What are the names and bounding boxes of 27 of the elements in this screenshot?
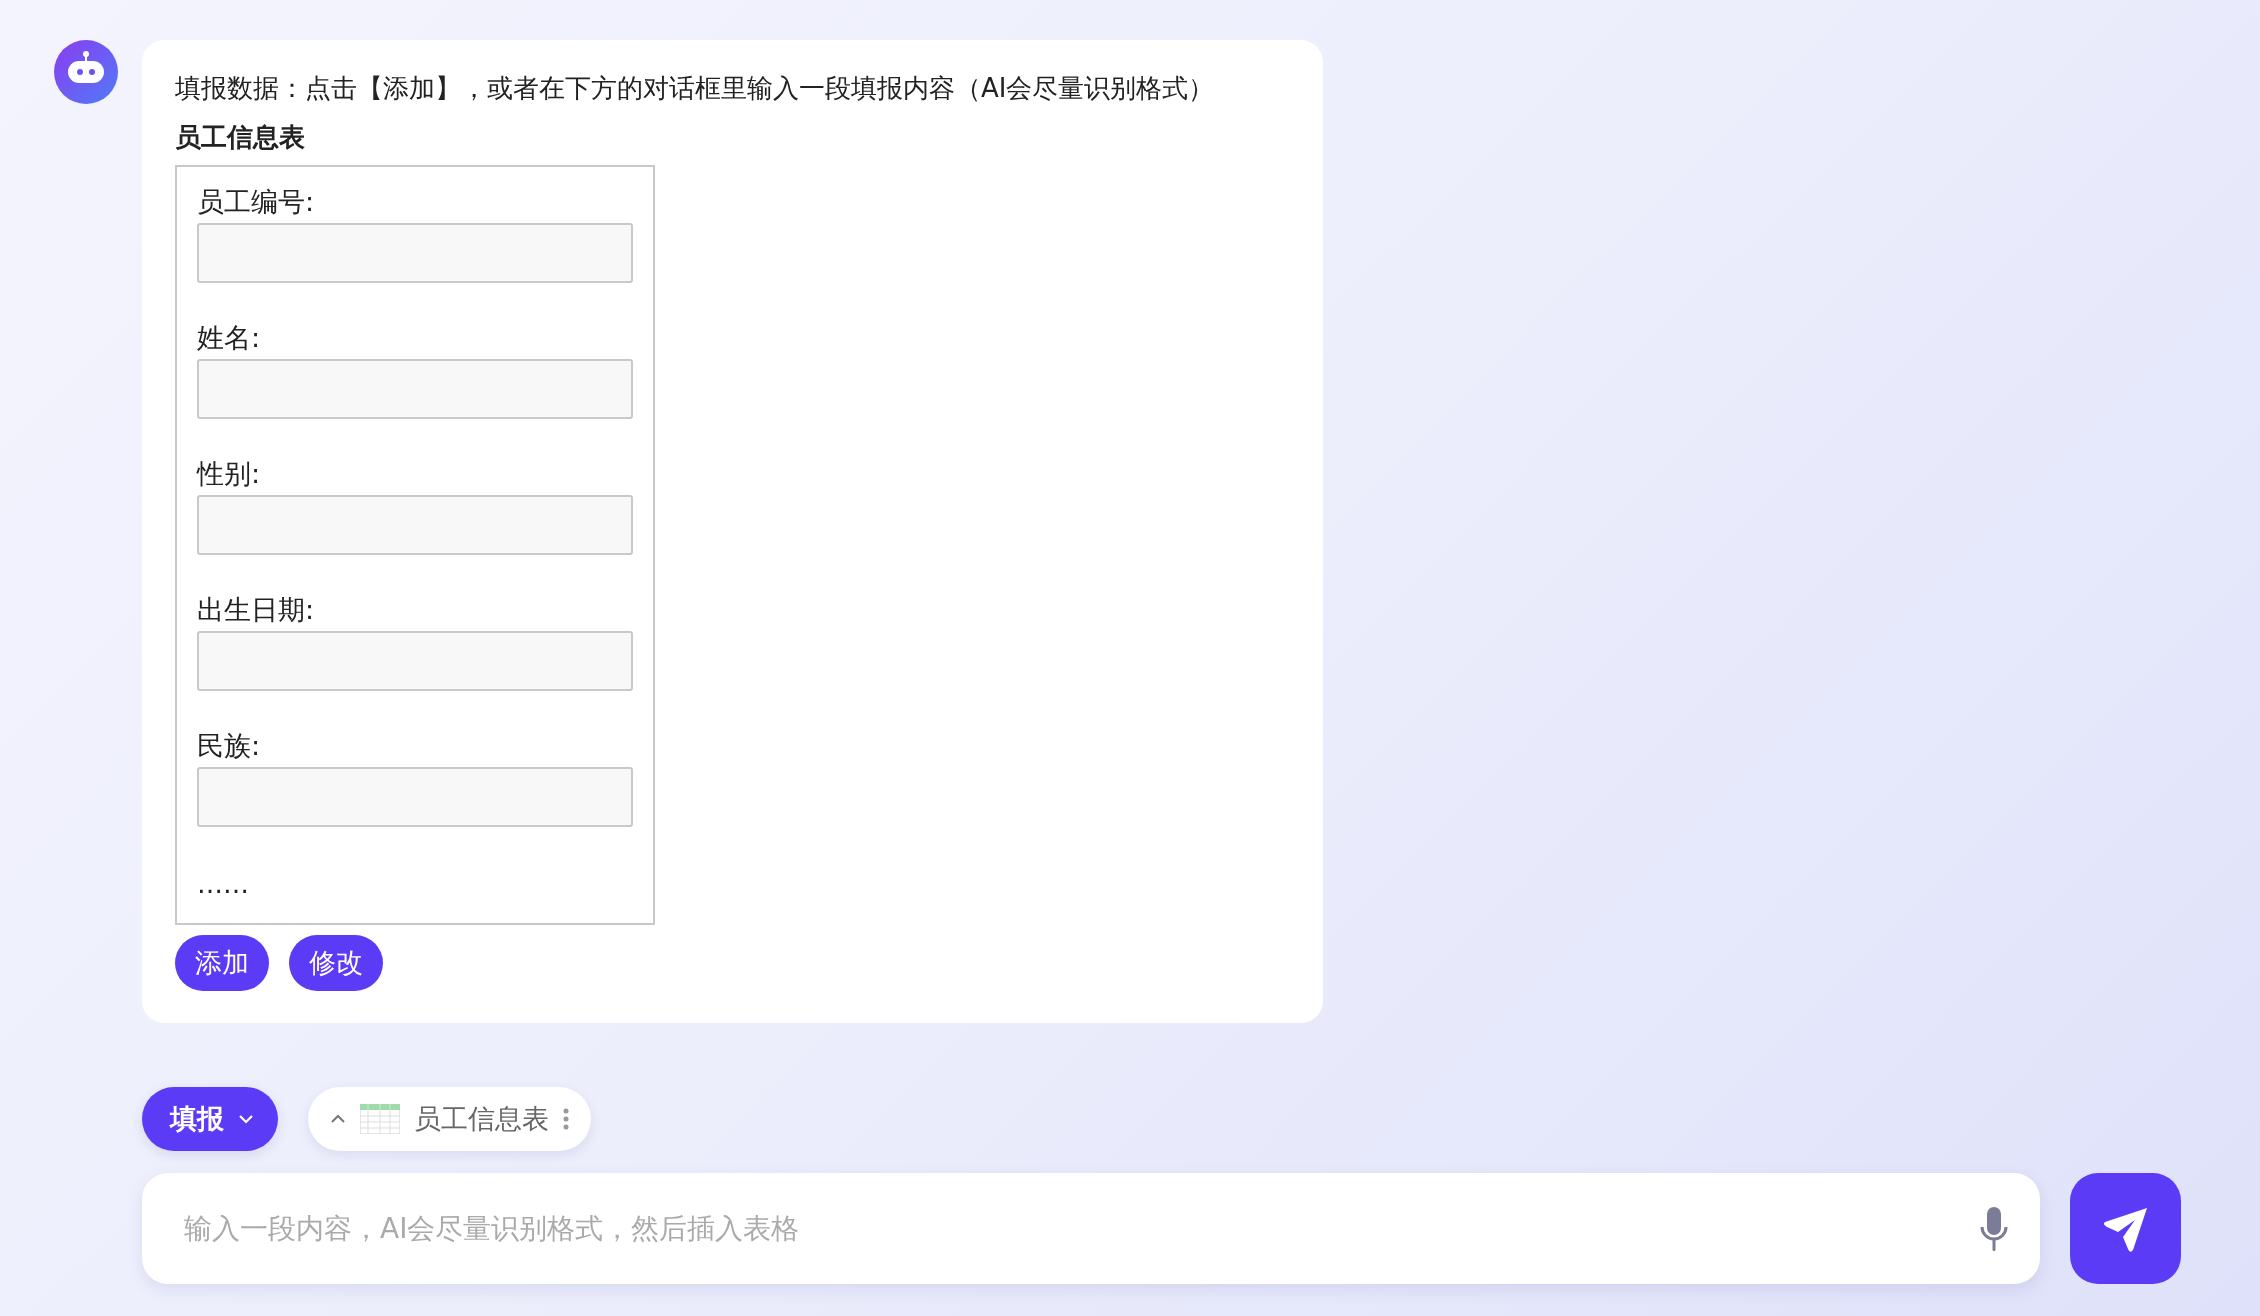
form-title: 员工信息表 [175,121,305,154]
input-field[interactable] [197,223,633,283]
table-name: 员工信息表 [414,1102,549,1136]
send-button[interactable] [2070,1173,2181,1284]
ellipsis-text: …… [197,869,250,899]
action-button[interactable]: 修改 [289,935,383,991]
input-field[interactable] [197,767,633,827]
message-input-box[interactable]: 输入一段内容，AI会尽量识别格式，然后插入表格 [142,1173,2040,1284]
input-field[interactable] [197,495,633,555]
table-chip[interactable]: 员工信息表 [308,1087,591,1151]
field-label: 性别: [197,457,262,491]
input-field[interactable] [197,359,633,419]
field-label: 民族: [197,729,262,763]
microphone-icon[interactable] [1978,1204,2010,1253]
chevron-down-icon [238,1114,254,1124]
more-vertical-icon[interactable] [563,1108,569,1130]
mode-dropdown-button[interactable]: 填报 [142,1087,278,1151]
robot-avatar-icon [54,40,118,104]
message-input-field[interactable]: 输入一段内容，AI会尽量识别格式，然后插入表格 [182,1211,1978,1246]
field-label: 出生日期: [197,593,316,627]
instruction-text: 填报数据：点击【添加】，或者在下方的对话框里输入一段填报内容（AI会尽量识别格式） [175,72,1215,105]
field-label: 姓名: [197,321,262,355]
chevron-up-icon[interactable] [330,1114,346,1124]
action-button[interactable]: 添加 [175,935,269,991]
spreadsheet-icon [360,1104,400,1134]
field-label: 员工编号: [197,185,316,219]
input-field[interactable] [197,631,633,691]
